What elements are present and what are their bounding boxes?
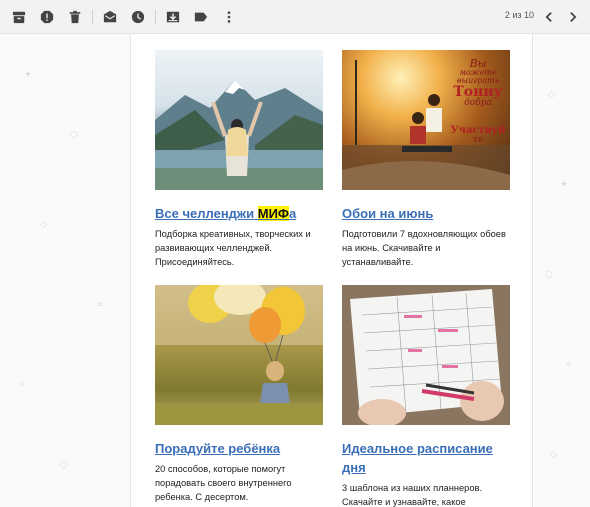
report-spam-icon — [40, 10, 54, 23]
delete-icon — [69, 10, 81, 23]
card-image-mountain[interactable] — [155, 50, 323, 190]
mark-unread-icon — [103, 10, 117, 22]
card-wallpapers: Вы можете выиграть Тонну добра Участвуй … — [342, 50, 510, 269]
card-title-text: Все челленджи — [155, 206, 258, 221]
chevron-left-icon — [545, 12, 552, 22]
archive-icon — [12, 11, 26, 23]
card-title-challenges[interactable]: Все челленджи МИФа — [155, 204, 323, 223]
snooze-button[interactable] — [127, 6, 149, 28]
mark-unread-button[interactable] — [99, 6, 121, 28]
card-image-sunset[interactable]: Вы можете выиграть Тонну добра Участвуй … — [342, 50, 510, 190]
delete-button[interactable] — [64, 6, 86, 28]
label-icon — [194, 12, 208, 21]
card-schedule: Идеальное расписание дня 3 шаблона из на… — [342, 285, 510, 507]
card-desc-wallpapers: Подготовили 7 вдохновляющих обоев на июн… — [342, 229, 506, 267]
pager-count: 2 из 10 — [504, 10, 534, 20]
email-body: Все челленджи МИФа Подборка креативных, … — [130, 34, 533, 507]
card-challenges: Все челленджи МИФа Подборка креативных, … — [155, 50, 323, 269]
card-desc-challenges: Подборка креативных, творческих и развив… — [155, 229, 311, 267]
card-image-planner[interactable] — [342, 285, 510, 425]
card-title-wallpapers[interactable]: Обои на июнь — [342, 204, 510, 223]
card-title-child[interactable]: Порадуйте ребёнка — [155, 439, 323, 458]
snooze-icon — [131, 10, 145, 23]
card-image-balloons[interactable] — [155, 285, 323, 425]
lettering-line: Тонну — [453, 84, 503, 100]
newer-button[interactable] — [538, 6, 560, 28]
move-to-button[interactable] — [162, 6, 184, 28]
toolbar-divider — [155, 9, 156, 24]
more-icon — [227, 10, 231, 23]
more-button[interactable] — [218, 6, 240, 28]
wallpaper-lettering: Вы можете выиграть Тонну добра Участвуй … — [450, 58, 506, 145]
archive-button[interactable] — [8, 6, 30, 28]
email-toolbar: 2 из 10 — [0, 0, 590, 34]
card-desc-child: 20 способов, которые помогут порадовать … — [155, 464, 292, 502]
chevron-right-icon — [570, 12, 577, 22]
report-spam-button[interactable] — [36, 6, 58, 28]
lettering-line: добра — [464, 98, 492, 108]
card-title-text: а — [289, 206, 297, 221]
toolbar-divider — [92, 9, 93, 24]
card-desc-schedule: 3 шаблона из наших планнеров. Скачайте и… — [342, 483, 483, 507]
older-button[interactable] — [562, 6, 584, 28]
label-button[interactable] — [190, 6, 212, 28]
card-child: Порадуйте ребёнка 20 способов, которые п… — [155, 285, 323, 504]
lettering-line: те — [472, 135, 484, 145]
highlighted-text: МИФ — [257, 206, 290, 221]
move-to-icon — [166, 11, 180, 22]
card-title-schedule[interactable]: Идеальное расписание дня — [342, 439, 510, 477]
